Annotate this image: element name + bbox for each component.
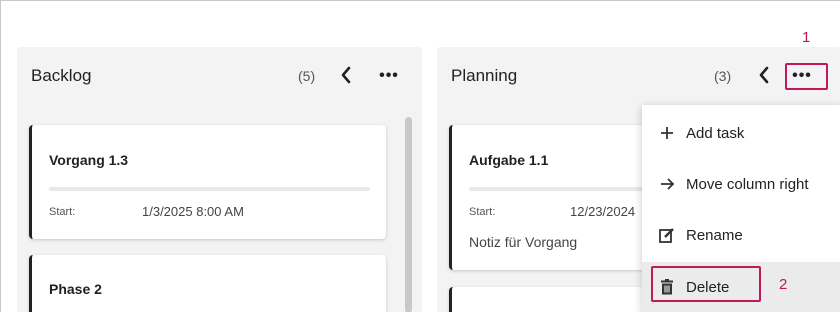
card-note: Notiz für Vorgang <box>469 234 578 250</box>
task-card[interactable]: Vorgang 1.3 Start: 1/3/2025 8:00 AM <box>29 125 386 239</box>
menu-item-label: Add task <box>686 124 745 142</box>
card-start-label: Start: <box>469 206 496 218</box>
column-scrollbar[interactable] <box>405 117 412 312</box>
collapse-column-button[interactable] <box>753 62 775 88</box>
card-title: Vorgang 1.3 <box>49 152 129 168</box>
card-title: Phase 2 <box>49 281 102 297</box>
highlight-delete <box>651 266 761 302</box>
more-icon: ••• <box>379 67 399 84</box>
column-header: Planning <box>437 47 840 105</box>
column-title: Backlog <box>31 66 92 85</box>
highlight-column-menu <box>785 63 828 90</box>
collapse-column-button[interactable] <box>335 62 357 88</box>
callout-step-2: 2 <box>779 276 788 293</box>
column-count: (3) <box>714 68 732 84</box>
column-title: Planning <box>451 66 518 85</box>
menu-item-rename[interactable]: Rename <box>642 211 840 259</box>
chevron-left-icon <box>759 66 769 84</box>
menu-item-label: Move column right <box>686 175 809 193</box>
card-start-value: 12/23/2024 <box>570 204 636 219</box>
chevron-left-icon <box>341 66 351 84</box>
column-header: Backlog <box>17 47 422 105</box>
menu-item-add-task[interactable]: Add task <box>642 109 840 157</box>
column-count: (5) <box>298 68 316 84</box>
column-backlog: Backlog (5) ••• Vorgang 1.3 Start: 1/3/2… <box>17 47 422 312</box>
menu-item-label: Rename <box>686 226 743 244</box>
edit-icon <box>658 227 676 243</box>
card-start-label: Start: <box>49 206 76 218</box>
task-card[interactable]: Phase 2 <box>29 255 386 312</box>
column-menu-button[interactable]: ••• <box>375 66 403 86</box>
board-frame: Backlog (5) ••• Vorgang 1.3 Start: 1/3/2… <box>0 0 840 312</box>
arrow-right-icon <box>658 178 676 190</box>
callout-step-1: 1 <box>802 29 811 46</box>
card-start-value: 1/3/2025 8:00 AM <box>142 204 244 219</box>
card-title: Aufgabe 1.1 <box>469 152 549 168</box>
card-divider <box>49 187 370 191</box>
menu-item-move-column-right[interactable]: Move column right <box>642 160 840 208</box>
plus-icon <box>658 126 676 140</box>
